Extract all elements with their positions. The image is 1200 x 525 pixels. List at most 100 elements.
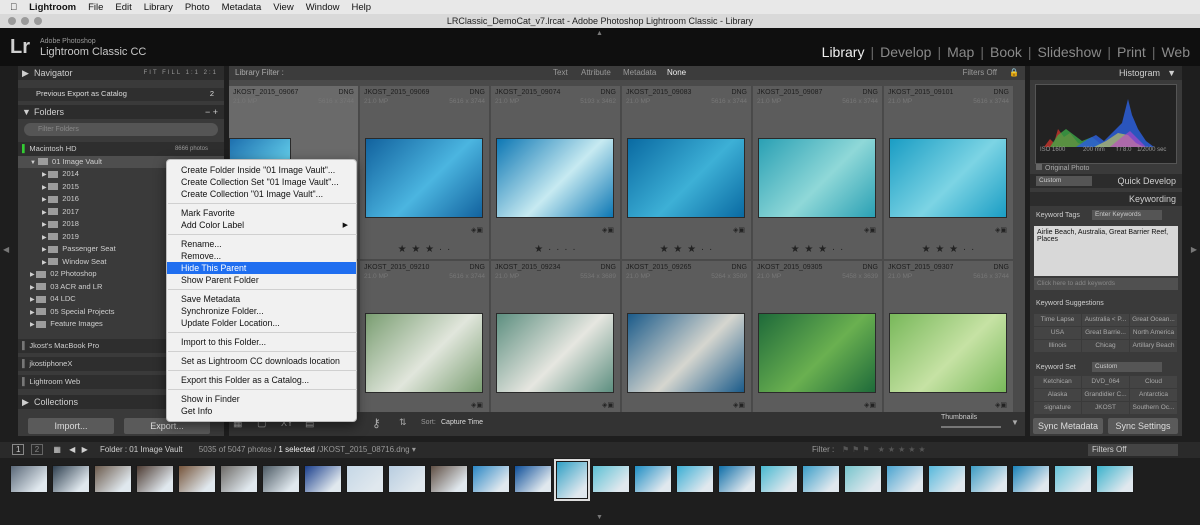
zoom-2to1[interactable]: 2:1 [204, 70, 218, 76]
keyword-set-item[interactable]: Alaska [1034, 389, 1081, 401]
module-library[interactable]: Library [816, 44, 871, 60]
keyword-suggestion[interactable]: USA [1034, 327, 1081, 339]
context-menu-item[interactable]: Mark Favorite [167, 207, 356, 219]
zoom-icon[interactable] [34, 17, 42, 25]
menu-metadata[interactable]: Metadata [222, 2, 262, 13]
sync-metadata-button[interactable]: Sync Metadata [1033, 418, 1103, 434]
add-keywords-input[interactable]: Click here to add keywords [1034, 278, 1178, 290]
keyword-set-item[interactable]: Southern Oc... [1130, 402, 1177, 414]
keyword-set-item[interactable]: DVD_064 [1082, 376, 1129, 388]
add-folder-icon[interactable]: − + [205, 105, 218, 119]
context-menu-item[interactable]: Create Collection "01 Image Vault"... [167, 188, 356, 200]
photo-thumbnail[interactable] [365, 138, 483, 218]
menu-file[interactable]: File [88, 2, 103, 13]
secondary-window-button[interactable]: 2 [30, 444, 44, 455]
lock-icon[interactable]: 🔒 [1009, 66, 1019, 80]
filmstrip-thumbnail[interactable] [886, 465, 924, 493]
filmstrip-thumbnail[interactable] [1012, 465, 1050, 493]
keyword-suggestion[interactable]: Time Lapse [1034, 314, 1081, 326]
filmstrip-thumbnail[interactable] [760, 465, 798, 493]
toolbar-menu-icon[interactable]: ▼ [1011, 418, 1019, 427]
context-menu-item[interactable]: Update Folder Location... [167, 317, 356, 329]
context-menu-item[interactable]: Export this Folder as a Catalog... [167, 374, 356, 386]
checkbox-icon[interactable] [1036, 164, 1042, 170]
close-icon[interactable] [8, 17, 16, 25]
filter-none[interactable]: None [667, 66, 686, 80]
filmstrip-thumbnail[interactable] [262, 465, 300, 493]
menu-photo[interactable]: Photo [185, 2, 210, 13]
main-window-button[interactable]: 1 [12, 444, 25, 455]
keyword-set-select[interactable]: Custom [1092, 362, 1162, 372]
grid-cell[interactable]: JKOST_2015_09083 DNG 21.0 MP 5616 x 3744 ◈▣ ★… [622, 86, 752, 260]
photo-thumbnail[interactable] [627, 138, 745, 218]
grid-cell[interactable]: JKOST_2015_09074 DNG 21.0 MP 5193 x 3462 ◈▣ ★… [491, 86, 621, 260]
filmstrip-thumbnail[interactable] [718, 465, 756, 493]
filmstrip-thumbnail[interactable] [676, 465, 714, 493]
left-panel-arrow-icon[interactable]: ◀ [3, 245, 9, 254]
zoom-fill[interactable]: FILL [162, 70, 182, 76]
filmstrip-thumbnail[interactable] [592, 465, 630, 493]
right-panel-arrow-icon[interactable]: ▶ [1191, 245, 1197, 254]
photo-thumbnail[interactable] [496, 138, 614, 218]
module-develop[interactable]: Develop [874, 44, 937, 60]
filter-attribute[interactable]: Attribute [581, 66, 611, 80]
keyword-suggestion[interactable]: Great Ocean... [1130, 314, 1177, 326]
keyword-suggestion[interactable]: Chicag [1082, 340, 1129, 352]
keyword-set-item[interactable]: Antarctica [1130, 389, 1177, 401]
prev-export-catalog[interactable]: Previous Export as Catalog 2 [18, 88, 224, 101]
keyword-set-item[interactable]: Ketchican [1034, 376, 1081, 388]
filmstrip-thumbnail[interactable] [928, 465, 966, 493]
menu-window[interactable]: Window [306, 2, 340, 13]
filter-metadata[interactable]: Metadata [623, 66, 656, 80]
navigator-header[interactable]: ▶ Navigator FIT FILL 1:1 2:1 [18, 66, 224, 80]
photo-thumbnail[interactable] [889, 313, 1007, 393]
sync-settings-button[interactable]: Sync Settings [1108, 418, 1178, 434]
grid-icon[interactable]: ▦ [53, 445, 61, 454]
grid-cell[interactable]: JKOST_2015_09307 DNG 21.0 MP 5616 x 3744 ◈▣ [884, 261, 1014, 435]
minimize-icon[interactable] [21, 17, 29, 25]
zoom-1to1[interactable]: 1:1 [186, 70, 200, 76]
apple-icon[interactable]:  [10, 2, 17, 13]
context-menu-item[interactable]: Save Metadata [167, 293, 356, 305]
filters-off-select[interactable]: Filters Off [962, 66, 997, 80]
menu-edit[interactable]: Edit [115, 2, 131, 13]
context-menu-item[interactable]: Import to this Folder... [167, 336, 356, 348]
filmstrip-thumbnail[interactable] [220, 465, 258, 493]
star-rating[interactable]: ★ ★ ★ · · [753, 244, 882, 255]
context-menu-item[interactable]: Get Info [167, 405, 356, 417]
keyword-set-item[interactable]: JKOST [1082, 402, 1129, 414]
photo-thumbnail[interactable] [496, 313, 614, 393]
histogram-header[interactable]: Histogram ▼ [1030, 66, 1182, 80]
filmstrip-thumbnail[interactable] [554, 459, 590, 501]
context-menu-item[interactable]: Create Collection Set "01 Image Vault"..… [167, 176, 356, 188]
filmstrip-thumbnail[interactable] [10, 465, 48, 493]
star-rating[interactable]: ★ · · · · [491, 244, 620, 255]
filmstrip-thumbnail[interactable] [94, 465, 132, 493]
sort-direction-icon[interactable]: ⇅ [399, 417, 407, 428]
filmstrip-thumbnail[interactable] [388, 465, 426, 493]
filmstrip-thumbnail[interactable] [52, 465, 90, 493]
filmstrip-thumbnail[interactable] [178, 465, 216, 493]
filmstrip-thumbnail[interactable] [304, 465, 342, 493]
top-panel-arrow-icon[interactable]: ▲ [596, 30, 603, 37]
photo-thumbnail[interactable] [889, 138, 1007, 218]
filmstrip-thumbnail[interactable] [346, 465, 384, 493]
photo-thumbnail[interactable] [758, 138, 876, 218]
star-rating[interactable]: ★ ★ ★ · · [884, 244, 1013, 255]
forward-arrow-icon[interactable]: ▶ [82, 445, 88, 454]
filmstrip-filter-select[interactable]: Filters Off [1088, 444, 1178, 456]
keywording-header[interactable]: Keywording [1030, 192, 1182, 206]
spray-can-icon[interactable]: ⚷ [372, 416, 381, 430]
quick-develop-header[interactable]: Custom Quick Develop [1030, 174, 1182, 188]
keyword-suggestion[interactable]: Great Barrie... [1082, 327, 1129, 339]
zoom-fit[interactable]: FIT [144, 70, 159, 76]
grid-cell[interactable]: JKOST_2015_09305 DNG 21.0 MP 5458 x 3639 ◈▣ [753, 261, 883, 435]
keyword-tags-area[interactable]: Airlie Beach, Australia, Great Barrier R… [1034, 226, 1178, 276]
filmstrip-thumbnail[interactable] [844, 465, 882, 493]
filmstrip-thumbnail[interactable] [802, 465, 840, 493]
folders-header[interactable]: ▼ Folders − + [18, 104, 224, 119]
expand-triangle-icon[interactable]: ▼ [30, 160, 36, 166]
filmstrip-thumbnail[interactable] [634, 465, 672, 493]
bottom-panel-arrow-icon[interactable]: ▼ [596, 514, 603, 521]
context-menu-item[interactable]: Hide This Parent [167, 262, 356, 274]
